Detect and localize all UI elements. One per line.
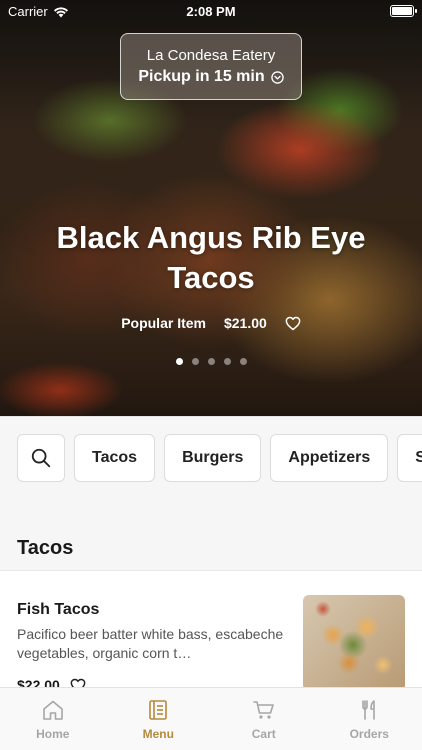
section-title: Tacos (17, 537, 74, 559)
tab-orders[interactable]: Orders (317, 688, 422, 750)
menu-item-photo[interactable] (303, 595, 405, 691)
menu-item-description: Pacifico beer batter white bass, escabec… (17, 626, 284, 661)
category-bar: Tacos Burgers Appetizers S (0, 416, 422, 502)
tab-cart[interactable]: Cart (211, 688, 317, 750)
cart-icon (252, 701, 274, 719)
tab-label: Home (36, 727, 70, 741)
tab-label: Menu (142, 727, 174, 741)
tab-label: Orders (349, 727, 389, 741)
tab-bar: Home Menu Cart Orders (0, 687, 422, 750)
category-chip-burgers[interactable]: Burgers (164, 434, 262, 482)
tab-menu[interactable]: Menu (106, 688, 212, 750)
menu-item-name: Fish Tacos (17, 601, 100, 618)
carousel-page-indicator[interactable] (0, 358, 422, 365)
category-chip-appetizers[interactable]: Appetizers (270, 434, 389, 482)
heart-icon[interactable] (285, 316, 301, 331)
carousel-dot[interactable] (223, 358, 231, 365)
search-button[interactable] (17, 434, 65, 482)
featured-item-meta: Popular Item $21.00 (0, 315, 422, 331)
featured-item-tag: Popular Item (121, 315, 206, 331)
carousel-dot[interactable] (239, 358, 247, 365)
utensils-icon (362, 700, 376, 720)
tab-home[interactable]: Home (0, 688, 106, 750)
status-bar: Carrier 2:08 PM (0, 0, 422, 24)
chevron-down-circle-icon (270, 70, 284, 84)
category-chip-tacos[interactable]: Tacos (74, 434, 156, 482)
search-icon (31, 448, 51, 468)
store-name: La Condesa Eatery (146, 47, 276, 64)
hero-banner[interactable]: Carrier 2:08 PM La Condesa Eatery Pickup… (0, 0, 422, 416)
carousel-dot[interactable] (207, 358, 215, 365)
store-pickup-selector[interactable]: La Condesa Eatery Pickup in 15 min (120, 33, 302, 100)
status-time: 2:08 PM (186, 4, 236, 19)
carousel-dot[interactable] (175, 358, 183, 365)
category-chip-partial[interactable]: S (397, 434, 422, 482)
menu-item-card[interactable]: Fish Tacos Pacifico beer batter white ba… (0, 570, 422, 693)
tab-label: Cart (251, 727, 276, 741)
pickup-label: Pickup in 15 min (138, 68, 265, 85)
home-icon (42, 700, 63, 720)
battery-icon (390, 5, 417, 17)
pickup-time: Pickup in 15 min (121, 68, 301, 86)
featured-item-title: Black Angus Rib Eye Tacos (56, 220, 366, 295)
carousel-dot[interactable] (191, 358, 199, 365)
featured-item-price: $21.00 (223, 315, 267, 331)
menu-book-icon (149, 700, 168, 720)
